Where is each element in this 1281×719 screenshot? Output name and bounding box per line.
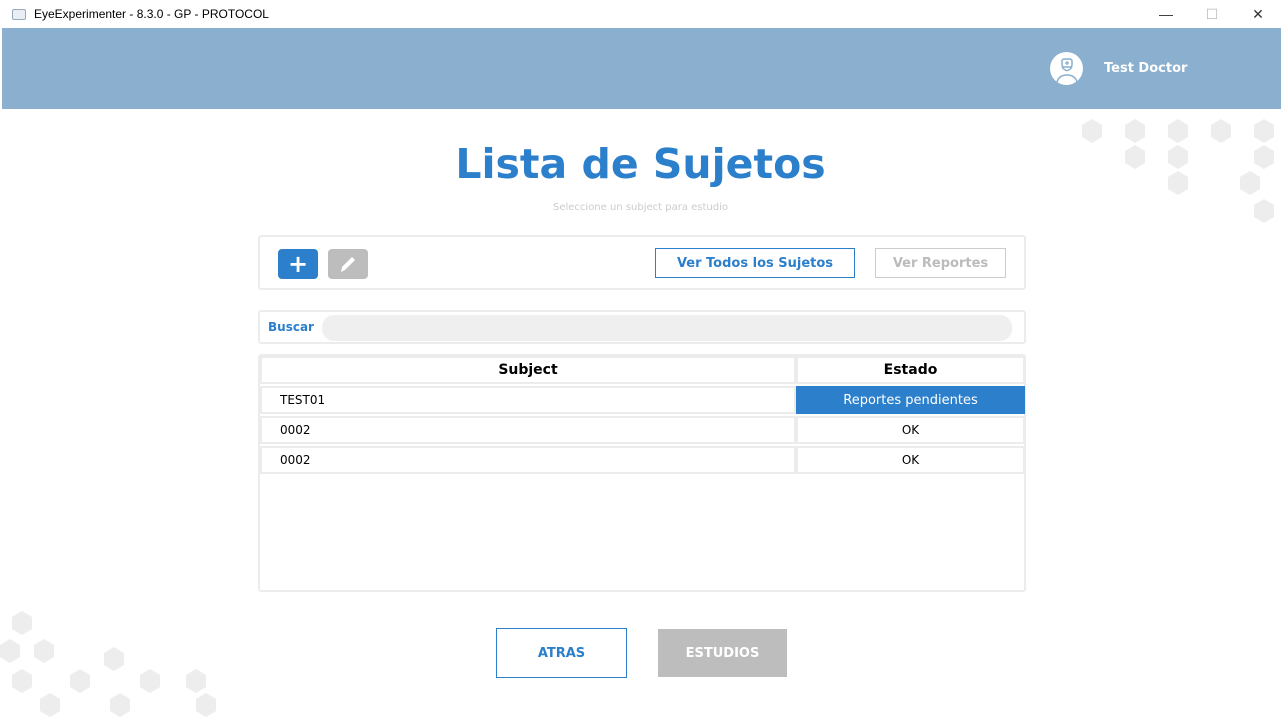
view-reports-button[interactable]: Ver Reportes	[875, 248, 1006, 278]
search-label: Buscar	[268, 320, 314, 334]
studies-button[interactable]: ESTUDIOS	[658, 629, 787, 677]
window-titlebar: EyeExperimenter - 8.3.0 - GP - PROTOCOL …	[0, 0, 1281, 28]
table-row-subject[interactable]: 0002	[260, 446, 796, 474]
table-row-status[interactable]: Reportes pendientes	[796, 386, 1025, 414]
add-subject-button[interactable]: +	[278, 249, 318, 279]
maximize-button[interactable]: ☐	[1189, 0, 1235, 28]
table-row-status[interactable]: OK	[796, 446, 1025, 474]
table-row-subject[interactable]: 0002	[260, 416, 796, 444]
pencil-icon	[341, 257, 355, 272]
subjects-table: Subject Estado TEST01 Reportes pendiente…	[258, 354, 1026, 592]
toolbar: + Ver Todos los Sujetos Ver Reportes	[258, 235, 1026, 290]
back-button[interactable]: ATRAS	[496, 628, 627, 678]
edit-subject-button[interactable]	[328, 249, 368, 279]
minimize-button[interactable]: —	[1143, 0, 1189, 28]
table-row-status[interactable]: OK	[796, 416, 1025, 444]
column-header-subject[interactable]: Subject	[260, 356, 796, 384]
window-title: EyeExperimenter - 8.3.0 - GP - PROTOCOL	[34, 7, 269, 21]
app-header	[2, 28, 1281, 109]
hexagon-decoration	[0, 611, 216, 717]
column-header-status[interactable]: Estado	[796, 356, 1025, 384]
doctor-avatar-icon[interactable]	[1050, 52, 1083, 85]
table-row-subject[interactable]: TEST01	[260, 386, 796, 414]
page-title: Lista de Sujetos	[455, 140, 826, 188]
search-bar: Buscar	[258, 310, 1026, 344]
page-subtitle: Seleccione un subject para estudio	[552, 202, 729, 213]
search-input[interactable]	[322, 315, 1012, 341]
eye-app-icon	[12, 8, 26, 20]
close-button[interactable]: ✕	[1235, 0, 1281, 28]
view-all-subjects-button[interactable]: Ver Todos los Sujetos	[655, 248, 855, 278]
user-name[interactable]: Test Doctor	[1104, 61, 1187, 76]
